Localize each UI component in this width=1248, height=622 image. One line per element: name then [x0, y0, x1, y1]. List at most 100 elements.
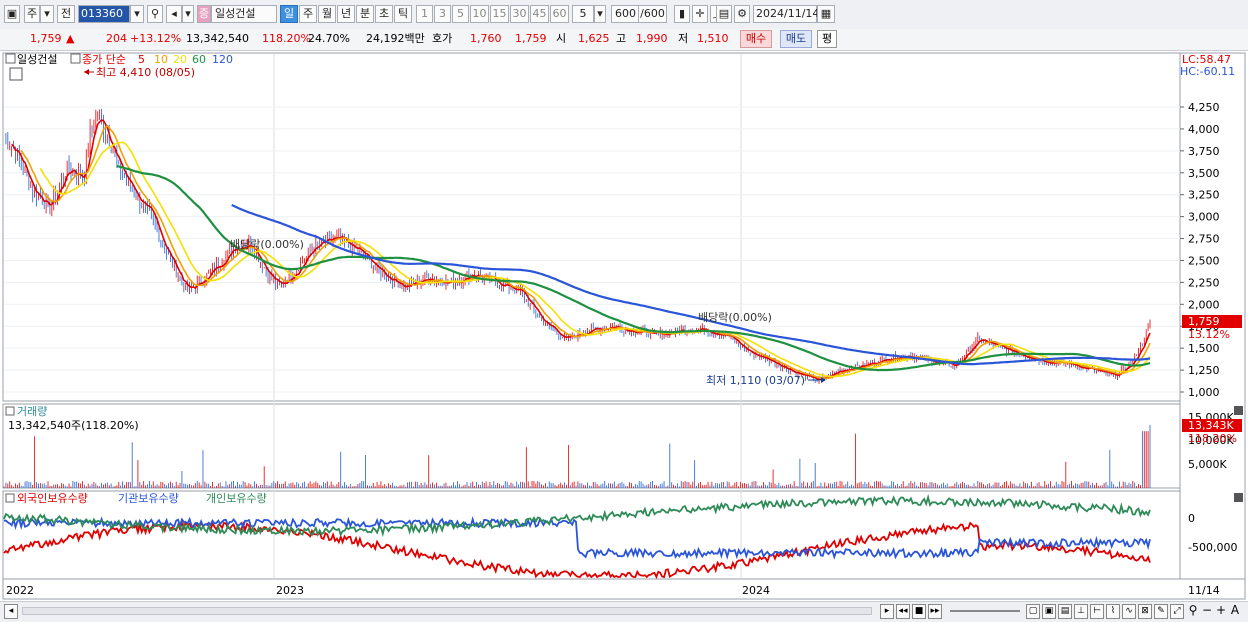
chart-area[interactable]: 4,250 4,000 3,750 3,500 3,250 3,000 2,750 2,500… [0, 51, 1248, 602]
gear-icon[interactable]: ⚙ [734, 5, 750, 23]
holdings-tick-label: -500,000 [1188, 541, 1237, 554]
speaker-icon[interactable]: ◂ [166, 5, 182, 23]
volume-tag-text: 13,343K [1188, 419, 1234, 432]
period-tab-3[interactable]: 년 [337, 5, 355, 23]
low-value: 1,510 [697, 32, 729, 45]
price-panel[interactable] [2, 52, 1181, 402]
date-input[interactable]: 2024/11/14 [753, 5, 819, 23]
period-tab-0[interactable]: 일 [280, 5, 298, 23]
calendar-icon[interactable]: ▦ [817, 5, 835, 23]
period-tab-4[interactable]: 분 [356, 5, 374, 23]
period-tab-2[interactable]: 월 [318, 5, 336, 23]
buy-button[interactable]: 매수 [740, 30, 772, 48]
volume-value: 13,342,540 [186, 32, 249, 45]
period-tab-1[interactable]: 주 [299, 5, 317, 23]
speaker-dropdown-icon[interactable]: ▾ [182, 5, 194, 23]
holdings-close-icon[interactable] [1234, 493, 1243, 502]
interval-button-3[interactable]: 10 [470, 5, 489, 23]
ma-label-5: 5 [138, 53, 145, 66]
layout-icon-1[interactable]: ▢ [1026, 604, 1040, 619]
average-button[interactable]: 평 [817, 30, 837, 48]
code-dropdown-icon[interactable]: ▾ [130, 5, 144, 23]
tool-icon-4[interactable]: ∿ [1122, 604, 1136, 619]
crosshair-icon[interactable]: ✛ [692, 5, 708, 23]
volume-panel[interactable] [2, 403, 1181, 489]
ask-label: 호가 [432, 32, 453, 45]
zoom-icon[interactable]: ⚲ [1186, 604, 1200, 619]
stock-name: 일성건설 [211, 5, 277, 23]
price-tick-label: 3,000 [1188, 211, 1220, 224]
count-input[interactable]: 600 [611, 5, 639, 23]
sell-button[interactable]: 매도 [780, 30, 812, 48]
volume-ratio: 118.20% [262, 32, 311, 45]
up-arrow-icon: ▲ [66, 32, 75, 45]
horizontal-scrollbar[interactable] [22, 607, 872, 615]
scroll-right-icon[interactable]: ▸ [880, 604, 894, 619]
period-tab-6[interactable]: 틱 [394, 5, 412, 23]
interval-button-6[interactable]: 45 [530, 5, 549, 23]
search-icon[interactable]: ⚲ [147, 5, 163, 23]
interval-button-4[interactable]: 15 [490, 5, 509, 23]
save-icon[interactable]: ▤ [716, 5, 732, 23]
interval-button-0[interactable]: 1 [416, 5, 433, 23]
period-tab-5[interactable]: 초 [375, 5, 393, 23]
legend-institution: 기관보유수량 [118, 492, 179, 505]
price-tick-label: 1,250 [1188, 364, 1220, 377]
price-tick-label: 4,000 [1188, 123, 1220, 136]
interval-dropdown-icon[interactable]: ▾ [594, 5, 606, 23]
change-value: 204 [106, 32, 127, 45]
zoom-out-icon[interactable]: − [1200, 604, 1214, 619]
bid-value: 1,759 [515, 32, 547, 45]
stock-code-input[interactable]: 013360 [78, 5, 130, 23]
interval-button-7[interactable]: 60 [550, 5, 569, 23]
ma-label-20: 20 [173, 53, 187, 66]
tool-icon-5[interactable]: ⊠ [1138, 604, 1152, 619]
dividend-note-1: 배당락(0.00%) [230, 238, 304, 251]
x-label-end: 11/14 [1188, 584, 1220, 597]
layout-icon-2[interactable]: ▣ [1042, 604, 1056, 619]
rewind-icon[interactable]: ◂◂ [896, 604, 910, 619]
top-toolbar: ▣ 주 ▾ 전 013360 ▾ ⚲ ◂ ▾ 증 일성건설 일주월년분초틱 13… [0, 0, 1248, 30]
interval-button-2[interactable]: 5 [452, 5, 469, 23]
market-dropdown-icon[interactable]: ▾ [40, 5, 54, 23]
open-value: 1,625 [578, 32, 610, 45]
interval-select[interactable]: 5 [572, 5, 594, 23]
volume-tag-pct: 118.20% [1188, 432, 1237, 445]
market-select[interactable]: 주 [24, 5, 40, 23]
zoom-slider[interactable] [950, 610, 1020, 612]
high-label: 고 [616, 32, 627, 45]
layout-icon-3[interactable]: ▤ [1058, 604, 1072, 619]
prefix-button[interactable]: 전 [57, 5, 75, 23]
candle-icon[interactable]: ▮ [674, 5, 690, 23]
stop-icon[interactable]: ■ [912, 604, 926, 619]
x-label-2023: 2023 [276, 584, 304, 597]
window-icon[interactable]: ▣ [4, 5, 20, 23]
tool-icon-7[interactable]: ⤢ [1170, 604, 1184, 619]
tool-icon-2[interactable]: ⊢ [1090, 604, 1104, 619]
tool-icon-1[interactable]: ⊥ [1074, 604, 1088, 619]
price-tick-label: 1,000 [1188, 386, 1220, 399]
ma-label-120: 120 [212, 53, 233, 66]
x-label-2024: 2024 [742, 584, 770, 597]
high-annotation: 최고 4,410 (08/05) [96, 66, 195, 79]
interval-button-5[interactable]: 30 [510, 5, 529, 23]
price-tick-label: 4,250 [1188, 101, 1220, 114]
x-axis [2, 578, 1246, 600]
scroll-left-icon[interactable]: ◂ [4, 604, 18, 619]
price-tag-text: 1,759 [1188, 315, 1220, 328]
holdings-tick-label: 0 [1188, 512, 1195, 525]
ma-label-60: 60 [192, 53, 206, 66]
volume-close-icon[interactable] [1234, 406, 1243, 415]
text-tool-icon[interactable]: A [1228, 604, 1242, 619]
quote-bar: 1,759 ▲ 204 +13.12% 13,342,540 118.20% 2… [0, 29, 1248, 51]
holdings-panel[interactable] [2, 490, 1181, 580]
amount: 24,192백만 [366, 32, 425, 45]
interval-button-1[interactable]: 3 [434, 5, 451, 23]
zoom-in-icon[interactable]: + [1214, 604, 1228, 619]
tool-icon-3[interactable]: ⌇ [1106, 604, 1120, 619]
fast-forward-icon[interactable]: ▸▸ [928, 604, 942, 619]
grid-toggle-icon[interactable] [9, 67, 23, 81]
dividend-note-2: 배당락(0.00%) [698, 311, 772, 324]
tool-icon-6[interactable]: ✎ [1154, 604, 1168, 619]
turnover: 24.70% [308, 32, 350, 45]
